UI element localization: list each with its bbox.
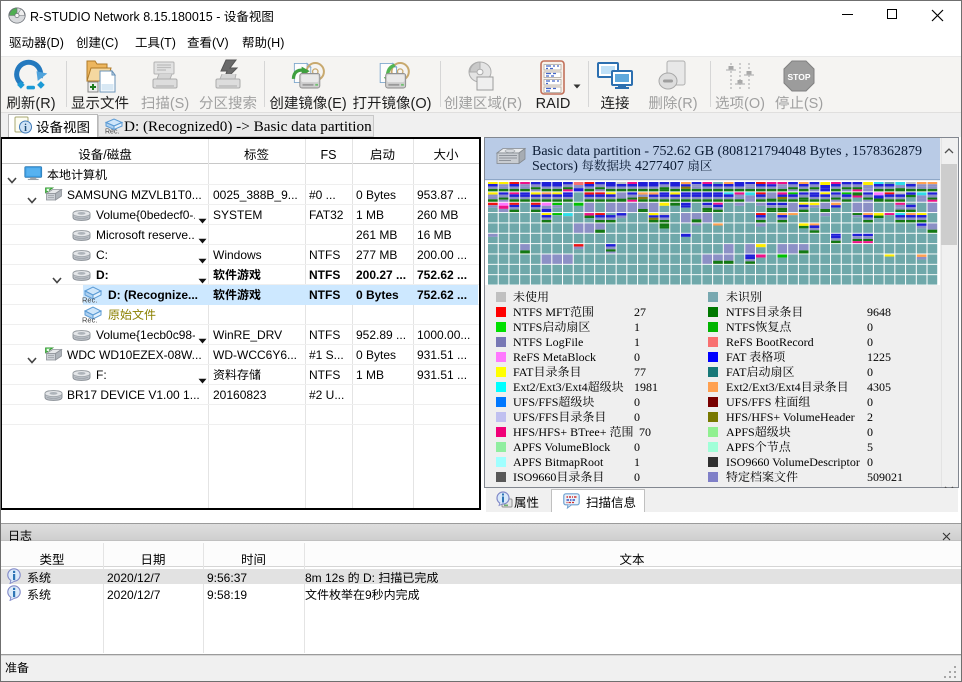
svg-text:Rec.: Rec. — [82, 316, 97, 324]
svg-text:STOP: STOP — [788, 72, 811, 82]
svg-text:Rec.: Rec. — [105, 129, 119, 135]
svg-text:Rec.: Rec. — [82, 296, 97, 304]
svg-text:i: i — [24, 123, 27, 134]
